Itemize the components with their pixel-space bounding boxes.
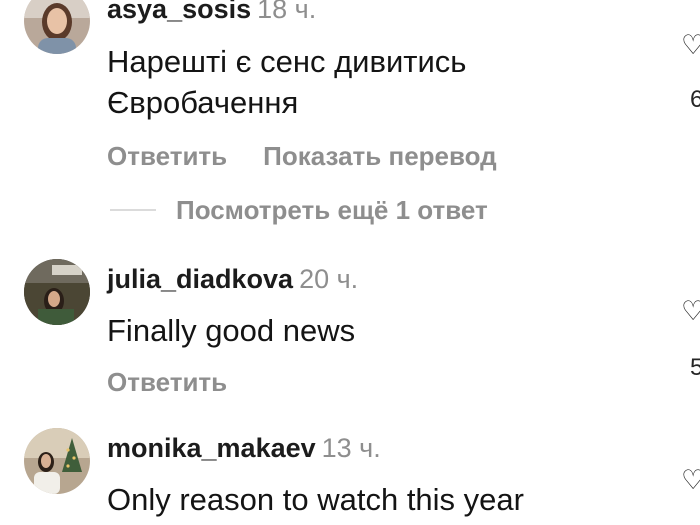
comment-text: Finally good news [107,310,627,351]
view-replies-label: Посмотреть ещё 1 ответ [176,194,488,225]
comment-actions: Ответить Показать перевод [107,141,497,172]
avatar[interactable] [24,259,90,325]
timestamp: 13 ч. [321,433,381,463]
comment-text: Only reason to watch this year [107,479,627,520]
avatar[interactable] [24,0,90,54]
reply-button[interactable]: Ответить [107,141,227,171]
reply-button[interactable]: Ответить [107,367,227,397]
timestamp: 20 ч. [299,264,359,294]
username[interactable]: asya_sosis [107,0,251,24]
comment-text-line: Finally good news [107,313,356,348]
comment-text: Нарешті є сенс дивитись Євробачення [107,41,627,123]
heart-icon[interactable]: ♡ [681,467,700,494]
username[interactable]: julia_diadkova [107,264,293,294]
comment-text-line: Only reason to watch this year [107,482,524,517]
comment-text-line: Нарешті є сенс дивитись [107,44,467,79]
translate-button[interactable]: Показать перевод [263,141,497,171]
username[interactable]: monika_makaev [107,433,316,463]
heart-icon[interactable]: ♡ [681,298,700,325]
heart-icon[interactable]: ♡ [681,32,700,59]
timestamp: 18 ч. [257,0,317,24]
replies-divider [110,209,156,211]
like-count: 5 [690,354,700,381]
comment-actions: Ответить [107,367,227,398]
like-count: 6 [690,86,700,113]
comment-text-line: Євробачення [107,85,299,120]
view-replies-button[interactable]: Посмотреть ещё 1 ответ [110,194,488,226]
avatar[interactable] [24,428,90,494]
